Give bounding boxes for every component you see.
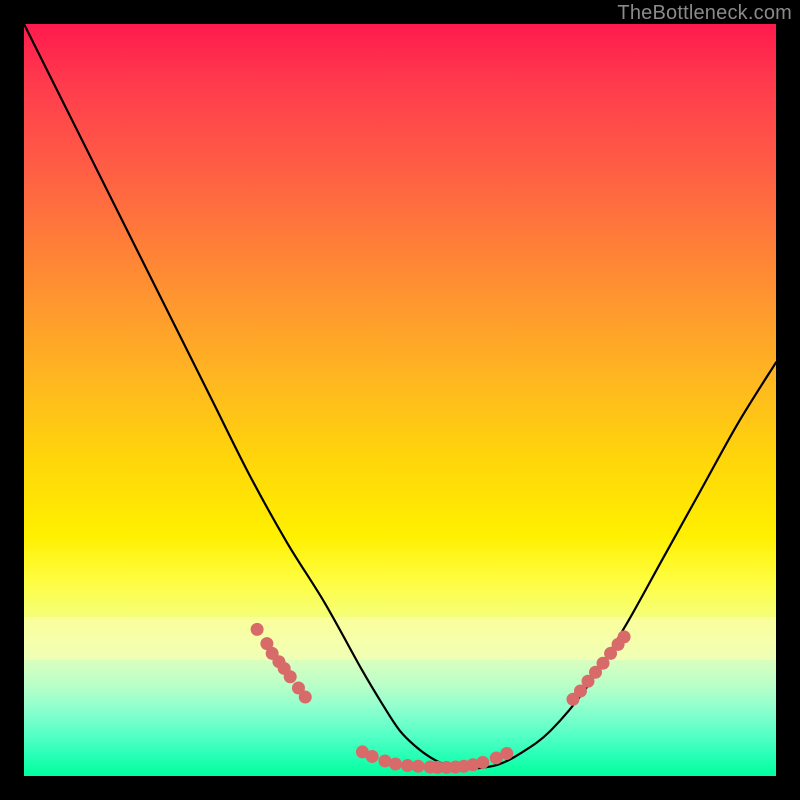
- data-marker: [618, 630, 631, 643]
- data-marker: [366, 750, 379, 763]
- data-marker: [251, 623, 264, 636]
- data-marker: [500, 747, 513, 760]
- watermark-text: TheBottleneck.com: [617, 2, 792, 25]
- data-marker: [476, 756, 489, 769]
- chart-frame: TheBottleneck.com: [0, 0, 800, 800]
- bottleneck-curve: [24, 24, 776, 769]
- data-marker: [412, 760, 425, 773]
- data-marker: [389, 757, 402, 770]
- curve-layer: [24, 24, 776, 776]
- data-marker: [299, 691, 312, 704]
- marker-group: [251, 623, 631, 774]
- data-marker: [284, 670, 297, 683]
- plot-area: [24, 24, 776, 776]
